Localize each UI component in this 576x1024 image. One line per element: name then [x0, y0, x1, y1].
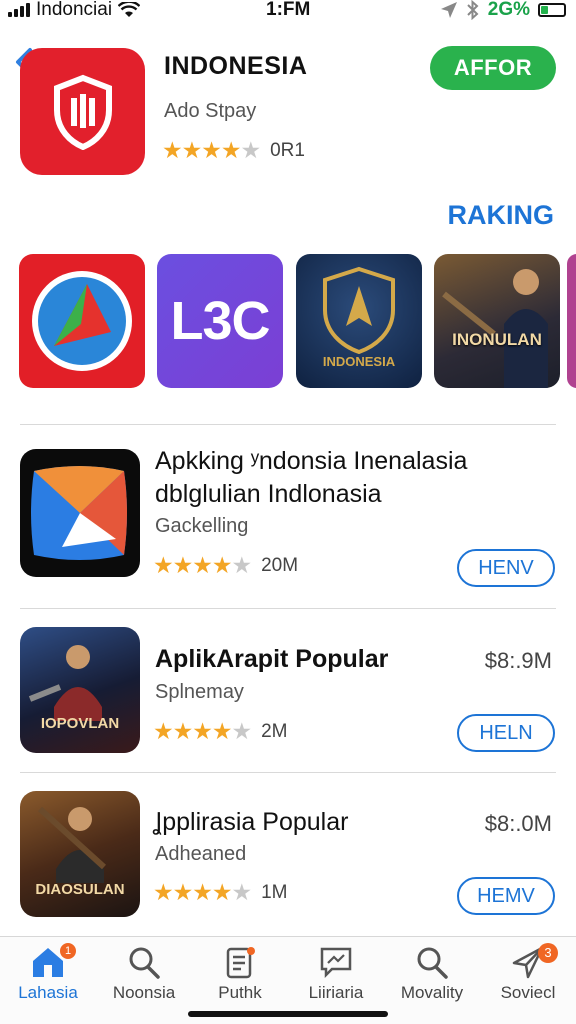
rating-stars: ★★★★★	[153, 718, 252, 744]
ranking-tile-compass[interactable]	[19, 254, 145, 388]
status-right: 2G%	[440, 0, 566, 21]
app-subtitle-row-1: Gackelling	[155, 515, 249, 537]
tab-label: Lahasia	[18, 983, 78, 1002]
location-arrow-icon	[440, 2, 457, 18]
tab-badge: 1	[60, 943, 76, 959]
app-title-row-3: Ʝpplirasia Popular	[155, 808, 349, 836]
tab-label: Puthk	[218, 983, 262, 1002]
app-price-row-2: $8:.9M	[484, 648, 552, 673]
tab-home[interactable]: 1 Lahasia	[0, 943, 96, 1003]
app-icon-row-3[interactable]: DIAOSULAN	[20, 791, 140, 917]
get-button-row-1[interactable]: HENV	[457, 549, 555, 587]
tab-label: Noonsia	[112, 983, 176, 1002]
tab-badge: 3	[538, 943, 558, 963]
game-art-icon	[28, 645, 102, 721]
get-button[interactable]: AFFOR	[430, 46, 556, 90]
ranking-tile-inonulan[interactable]: INONULAN	[434, 254, 560, 388]
icon-caption: DIAOSULAN	[35, 881, 125, 898]
divider	[20, 424, 556, 425]
app-subtitle-row-3: Adheaned	[155, 843, 247, 865]
tab-search-2[interactable]: Movality	[384, 945, 480, 1003]
tab-list[interactable]: Puthk	[192, 945, 288, 1003]
app-developer: Ado Stpay	[164, 100, 257, 122]
app-rating: ★★★★★ 0R1	[162, 137, 305, 164]
tab-label: Liiriaria	[308, 983, 364, 1002]
get-button-row-3[interactable]: HEMV	[457, 877, 555, 915]
tile-label: INONULAN	[452, 330, 542, 349]
rating-count: 1M	[261, 881, 288, 903]
app-rating-row-1: ★★★★★ 20M	[153, 552, 298, 579]
home-indicator[interactable]	[188, 1011, 388, 1017]
compass-icon	[32, 271, 132, 371]
carrier-name: Indonciai	[36, 0, 113, 20]
tab-send[interactable]: 3 Soviecl	[480, 943, 576, 1003]
app-title-row-2: AplikArapit Popular	[155, 645, 389, 673]
get-button-row-2[interactable]: HELN	[457, 714, 555, 752]
status-bar: Indonciai 1:FM 2G%	[0, 0, 576, 22]
app-price-row-3: $8:.0M	[484, 811, 552, 836]
status-left: Indonciai	[8, 0, 141, 20]
game-art-icon	[442, 269, 548, 388]
rating-count: 0R1	[270, 139, 305, 161]
tile-label: INDONESIA	[322, 354, 396, 369]
app-title: INDONESIA	[164, 52, 308, 80]
rating-stars: ★★★★★	[153, 879, 252, 905]
rating-count: 20M	[261, 554, 299, 576]
divider	[20, 608, 556, 609]
search-icon	[129, 947, 160, 979]
rating-stars: ★★★★★	[162, 137, 261, 163]
shield-icon	[53, 74, 112, 150]
search-icon	[417, 947, 448, 979]
tile-label: L3C	[170, 291, 270, 351]
wifi-icon	[118, 2, 141, 17]
app-rating-row-2: ★★★★★ 2M	[153, 718, 288, 745]
app-icon-row-1[interactable]	[20, 449, 140, 577]
ranking-carousel[interactable]: L3C INDONESIA INONULAN	[19, 254, 576, 388]
ranking-tile-partial[interactable]	[567, 254, 576, 388]
battery-percent: 2G%	[487, 0, 530, 20]
divider	[20, 772, 556, 773]
clock: 1:FM	[266, 0, 311, 20]
section-title-ranking[interactable]: RAKING	[448, 200, 555, 231]
battery-icon	[538, 3, 566, 17]
game-art-icon	[37, 806, 107, 883]
ranking-tile-l3c[interactable]: L3C	[157, 254, 283, 388]
app-icon-row-2[interactable]: IOPOVLAN	[20, 627, 140, 753]
signal-icon	[8, 3, 30, 17]
tab-chat[interactable]: Liiriaria	[288, 945, 384, 1003]
icon-caption: IOPOVLAN	[40, 715, 120, 732]
tab-label: Soviecl	[500, 983, 556, 1002]
app-rating-row-3: ★★★★★ 1M	[153, 879, 288, 906]
list-icon	[226, 947, 255, 979]
tab-label: Movality	[400, 983, 464, 1002]
app-subtitle-row-2: Splnemay	[155, 681, 244, 703]
ranking-tile-indonesia[interactable]: INDONESIA	[296, 254, 422, 388]
rating-stars: ★★★★★	[153, 552, 252, 578]
app-title-row-1: Apkking ʸndonsia Inenalasia	[155, 447, 468, 475]
fold-arrow-icon	[31, 466, 127, 560]
app-icon-indonesia[interactable]	[20, 48, 145, 175]
emblem-icon	[323, 266, 395, 354]
bluetooth-icon	[467, 0, 479, 20]
app-title-row-1-line2: dblglulian Indlonasia	[155, 480, 382, 508]
chat-icon	[320, 947, 352, 979]
rating-count: 2M	[261, 720, 288, 742]
tab-search[interactable]: Noonsia	[96, 945, 192, 1003]
